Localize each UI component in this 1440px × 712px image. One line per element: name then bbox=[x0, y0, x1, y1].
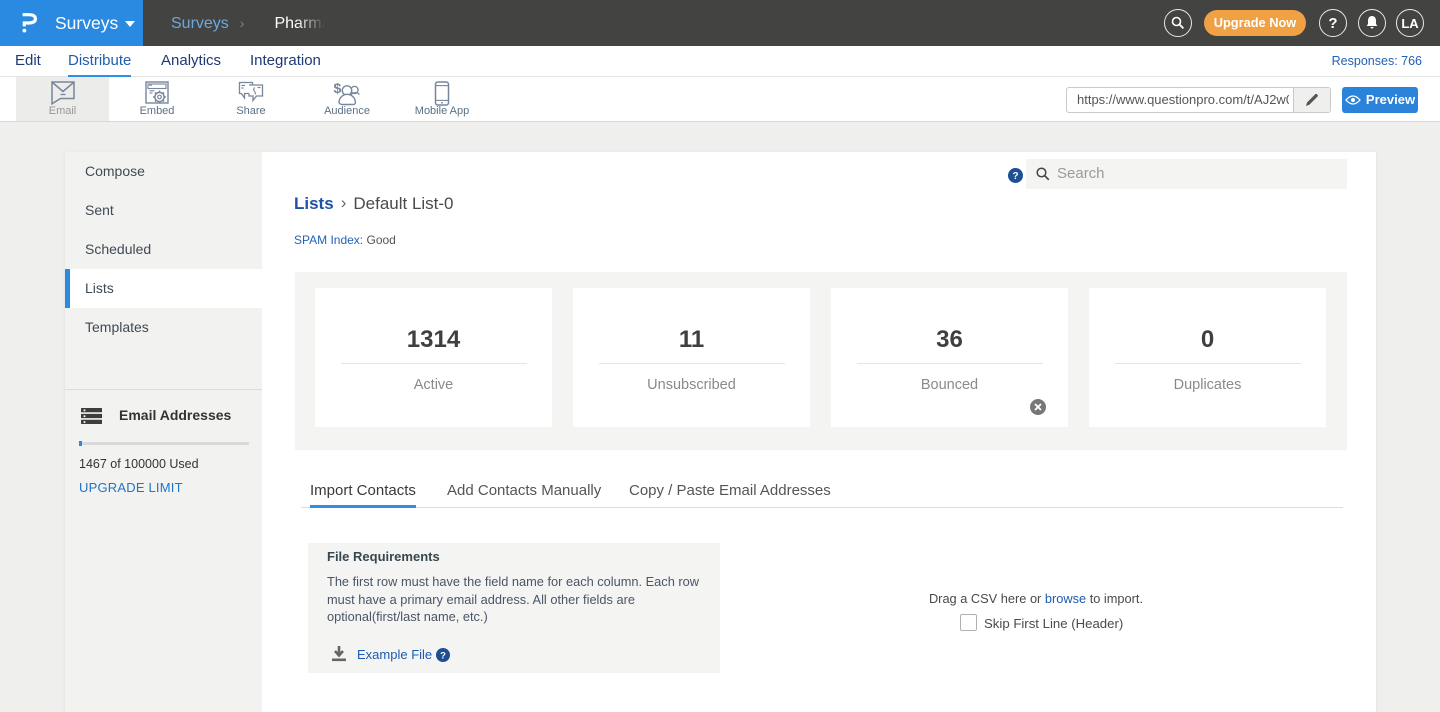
svg-text:?: ? bbox=[1012, 171, 1018, 182]
svg-text:?: ? bbox=[440, 651, 446, 662]
svg-text:$: $ bbox=[334, 81, 342, 96]
